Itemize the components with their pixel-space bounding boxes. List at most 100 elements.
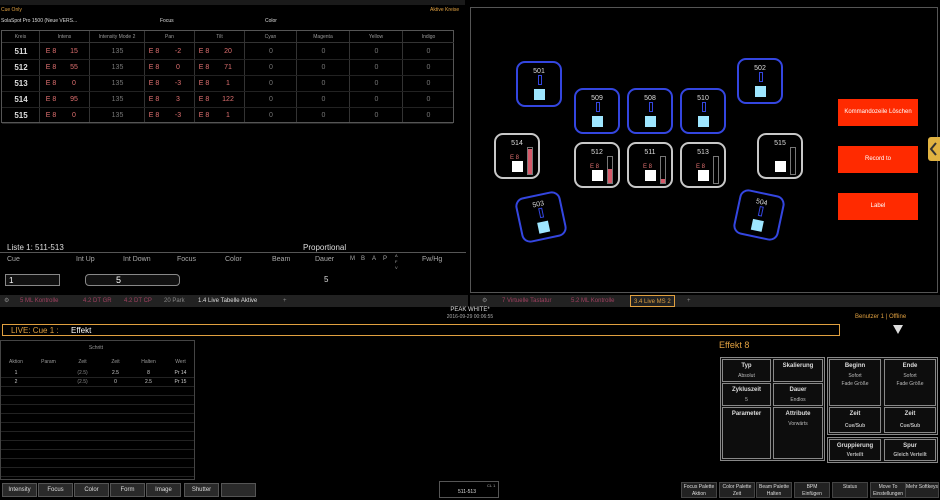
fixture-swatch <box>592 116 603 127</box>
table-row[interactable]: 2 (2.5) 0 2.5 Pr 15 <box>1 378 194 387</box>
zeit-label-1: Zeit <box>849 411 861 417</box>
fixture-504[interactable]: 504 <box>731 187 787 243</box>
fixture-511[interactable]: 511 E 8 <box>627 142 673 188</box>
table-row[interactable] <box>1 441 194 450</box>
gear-icon[interactable]: ⚙ <box>4 295 9 307</box>
cell-tilt: 20 <box>224 48 232 55</box>
record-to-button[interactable]: Record to <box>838 146 918 173</box>
table-row[interactable] <box>1 423 194 432</box>
fixture-503[interactable]: 503 <box>513 189 569 245</box>
tab-dt-cp[interactable]: 4.2 DT CP <box>124 295 152 307</box>
tab-live-tabelle[interactable]: 1.4 Live Tabelle Aktive <box>198 295 257 307</box>
fixture-515[interactable]: 515 <box>757 133 803 179</box>
table-row[interactable]: 513 E 8 0 135 E 8 -3 E 8 1 0 0 0 0 <box>2 76 453 92</box>
gear-icon[interactable]: ⚙ <box>482 295 487 307</box>
dauer-box[interactable]: Dauer Endlos <box>773 383 823 406</box>
softkey[interactable]: Color Palette Zeit <box>719 482 755 498</box>
zykluszeit-box[interactable]: Zykluszeit 5 <box>722 383 771 406</box>
parameter-button[interactable]: Intensity <box>2 483 37 497</box>
tab-add[interactable]: + <box>283 295 287 307</box>
skalierung-box[interactable]: Skalierung <box>773 359 823 382</box>
cue-number-field[interactable]: 1 <box>5 274 60 286</box>
tab-add[interactable]: + <box>687 295 691 307</box>
beginn-box[interactable]: Beginn Sofort Fade Größe <box>829 359 881 406</box>
softkey[interactable]: Mehr Softkeys <box>905 482 939 498</box>
fixture-swatch <box>534 89 545 100</box>
tab-ml-kontrolle-2[interactable]: 5.2 ML Kontrolle <box>571 295 614 307</box>
softkey[interactable]: Focus Palette Aktion <box>681 482 717 498</box>
fixture-501[interactable]: 501 <box>516 61 562 107</box>
parameter-button[interactable]: Image <box>146 483 181 497</box>
table-row[interactable] <box>1 468 194 477</box>
col-header: Pan <box>145 31 194 43</box>
table-row[interactable]: 511 E 8 15 135 E 8 -2 E 8 20 0 0 0 0 <box>2 44 453 60</box>
cell-z2: 2.5 <box>112 370 119 376</box>
table-row[interactable] <box>1 459 194 468</box>
table-row[interactable] <box>1 387 194 396</box>
parameter-button[interactable]: Color <box>74 483 109 497</box>
tab-dt-gr[interactable]: 4.2 DT GR <box>83 295 112 307</box>
parameter-box[interactable]: Parameter <box>722 407 771 459</box>
parameter-button[interactable]: Shutter <box>184 483 219 497</box>
fixture-502[interactable]: 502 <box>737 58 783 104</box>
fixture-514[interactable]: 514 E 8 <box>494 133 540 179</box>
attribute-box[interactable]: Attribute Vorwärts <box>773 407 823 459</box>
cell-y: 0 <box>374 112 379 119</box>
intensity-bar <box>660 156 666 184</box>
cell-ch: 511 <box>14 47 28 56</box>
zeit-box-2[interactable]: Zeit Cue/Sub <box>884 407 936 433</box>
table-row[interactable] <box>1 405 194 414</box>
intensity-bar <box>702 102 706 112</box>
spur-box[interactable]: Spur Gleich Verteilt <box>884 439 936 461</box>
softkey[interactable]: Beam Palette Halten <box>756 482 792 498</box>
col-halten: Halten <box>141 359 156 365</box>
tab-ml-kontrolle[interactable]: 5 ML Kontrolle <box>20 295 58 307</box>
fixture-513[interactable]: 513 E 8 <box>680 142 726 188</box>
parameter-button[interactable]: Focus <box>38 483 73 497</box>
softkey-bottom: Mehr Softkeys <box>906 484 938 490</box>
table-row[interactable]: 515 E 8 0 135 E 8 -3 E 8 1 0 0 0 0 <box>2 108 453 124</box>
fixture-509[interactable]: 509 <box>574 88 620 134</box>
filter-icon[interactable] <box>893 325 903 334</box>
cell-y: 0 <box>374 48 379 55</box>
table-row[interactable] <box>1 414 194 423</box>
cell-mode: 135 <box>111 64 124 71</box>
gruppierung-box[interactable]: Gruppierung Verteilt <box>829 439 881 461</box>
table-row[interactable] <box>1 396 194 405</box>
command-line[interactable]: LIVE: Cue 1 : Effekt <box>2 324 840 336</box>
tab-park[interactable]: 20 Park <box>164 295 185 307</box>
table-row[interactable]: 1 (2.5) 2.5 8 Pr 14 <box>1 369 194 378</box>
fixture-512[interactable]: 512 E 8 <box>574 142 620 188</box>
table-row[interactable]: 514 E 8 95 135 E 8 3 E 8 122 0 0 0 0 <box>2 92 453 108</box>
parameter-button[interactable] <box>221 483 256 497</box>
cue-table: Cue Int Up Int Down Focus Color Beam Dau… <box>0 252 466 290</box>
fixture-508[interactable]: 508 <box>627 88 673 134</box>
zykluszeit-value: 5 <box>745 397 748 403</box>
tab-live-ms[interactable]: 3.4 Live MS 2 <box>630 295 675 307</box>
softkey[interactable]: Move To Einstellungen <box>870 482 906 498</box>
typ-box[interactable]: Typ Absolut <box>722 359 771 382</box>
col-m: M <box>350 256 355 262</box>
fixture-510[interactable]: 510 <box>680 88 726 134</box>
col-header: Intens <box>40 31 89 43</box>
intensity-bar <box>538 75 542 85</box>
zeit-box-1[interactable]: Zeit Cue/Sub <box>829 407 881 433</box>
table-row[interactable]: 512 E 8 55 135 E 8 0 E 8 71 0 0 0 0 <box>2 60 453 76</box>
softkey-bottom: Zeit <box>732 491 742 497</box>
side-expand-handle[interactable] <box>928 137 940 161</box>
softkey[interactable]: Status <box>832 482 868 498</box>
table-row[interactable] <box>1 432 194 441</box>
ende-box[interactable]: Ende Sofort Fade Größe <box>884 359 936 406</box>
cell-pan_e: E 8 <box>148 64 160 71</box>
cell-m: 0 <box>321 112 326 119</box>
parameter-button[interactable]: Form <box>110 483 145 497</box>
clear-command-line-button[interactable]: Kommandozeile Löschen <box>838 99 918 126</box>
table-row[interactable] <box>1 450 194 459</box>
softkey[interactable]: BPM Einfügen <box>794 482 830 498</box>
int-up-field[interactable]: 5 <box>85 274 180 286</box>
cell-mode: 135 <box>111 96 124 103</box>
label-button[interactable]: Label <box>838 193 918 220</box>
cell-i: 55 <box>70 64 78 71</box>
tab-virtuelle-tastatur[interactable]: 7 Virtuelle Tastatur <box>502 295 551 307</box>
col-p: P <box>383 256 388 262</box>
